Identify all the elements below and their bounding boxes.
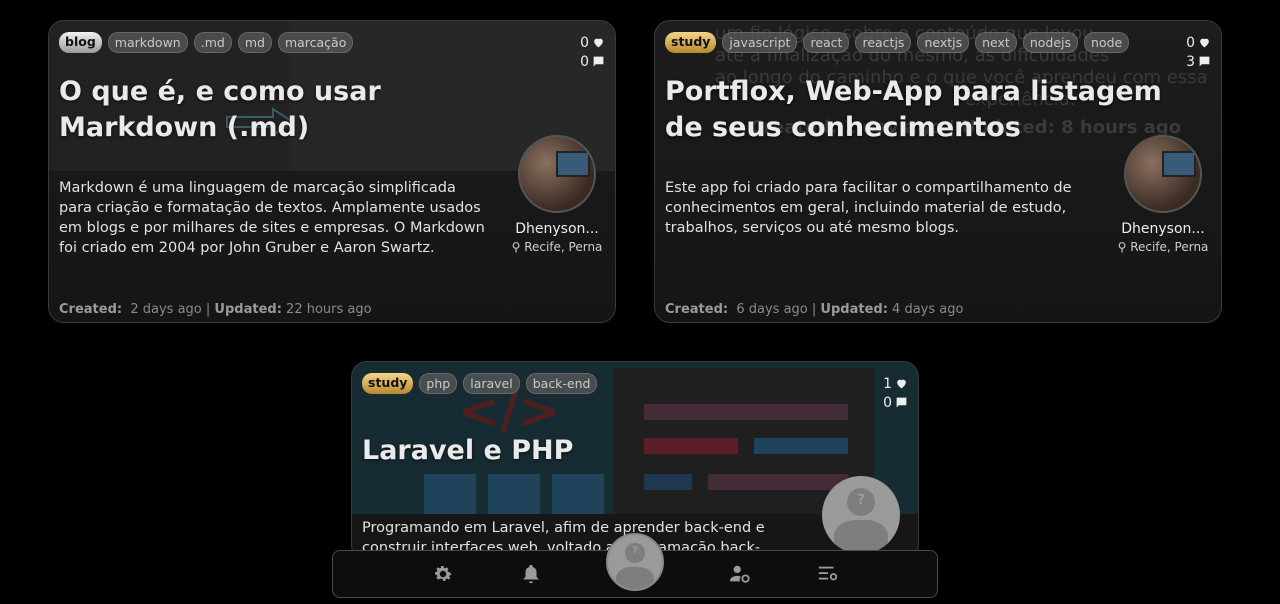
author-avatar[interactable]: [1124, 135, 1202, 213]
settings-list-icon[interactable]: [817, 563, 839, 585]
tag-main[interactable]: blog: [59, 32, 102, 53]
post-title[interactable]: Laravel e PHP: [362, 433, 762, 469]
author-name: Dhenyson...: [1121, 221, 1205, 237]
gear-icon[interactable]: [432, 563, 454, 585]
post-title[interactable]: Portflox, Web-App para listagem de seus …: [665, 74, 1165, 146]
post-card-laravel[interactable]: </> study php laravel back-end 1 0 Larav…: [351, 361, 919, 561]
post-stats: 0 3: [1186, 33, 1211, 71]
location-pin-icon: ⚲: [1117, 240, 1127, 254]
author-location: ⚲ Recife, Perna: [1117, 240, 1209, 254]
tag[interactable]: markdown: [107, 32, 188, 53]
post-stats: 0 0: [580, 33, 605, 71]
heart-icon: [897, 379, 906, 389]
tag[interactable]: .md: [193, 32, 232, 53]
likes-count[interactable]: 0: [1186, 33, 1211, 52]
tag[interactable]: javascript: [722, 32, 798, 53]
comment-icon: [1199, 56, 1210, 67]
tag[interactable]: next: [975, 32, 1017, 53]
tag-main[interactable]: study: [665, 32, 717, 53]
tag[interactable]: md: [237, 32, 272, 53]
tag[interactable]: nextjs: [917, 32, 970, 53]
tag[interactable]: back-end: [525, 373, 598, 394]
post-description: Este app foi criado para facilitar o com…: [665, 180, 1072, 236]
comment-icon: [593, 56, 604, 67]
post-card-markdown[interactable]: blog markdown .md md marcação 0 0 O que …: [48, 20, 616, 323]
author-info[interactable]: Dhenyson... ⚲ Recife, Perna: [507, 135, 607, 254]
post-title[interactable]: O que é, e como usar Markdown (.md): [59, 74, 529, 146]
tag[interactable]: nodejs: [1022, 32, 1079, 53]
tag[interactable]: node: [1084, 32, 1130, 53]
post-dates: Created: 2 days ago | Updated: 22 hours …: [59, 302, 372, 317]
heart-icon: [1200, 38, 1209, 48]
author-name: Dhenyson...: [515, 221, 599, 237]
tag[interactable]: react: [803, 32, 850, 53]
location-pin-icon: ⚲: [511, 240, 521, 254]
comments-count[interactable]: 0: [580, 52, 605, 71]
comments-count[interactable]: 3: [1186, 52, 1211, 71]
user-gear-icon[interactable]: [729, 563, 751, 585]
heart-icon: [594, 38, 603, 48]
tag[interactable]: reactjs: [855, 32, 912, 53]
bottom-navbar: ?: [332, 533, 938, 598]
profile-avatar-button[interactable]: ?: [606, 533, 664, 591]
author-avatar[interactable]: [518, 135, 596, 213]
tag[interactable]: marcação: [277, 32, 354, 53]
tag-main[interactable]: study: [362, 373, 414, 394]
comment-icon: [896, 397, 907, 408]
post-card-portflox[interactable]: um fio lógico, sobre o conteúdo que levo…: [654, 20, 1222, 323]
author-info[interactable]: Dhenyson... ⚲ Recife, Perna: [1113, 135, 1213, 254]
comments-count[interactable]: 0: [883, 393, 908, 412]
tag-list: study php laravel back-end: [362, 373, 598, 394]
likes-count[interactable]: 0: [580, 33, 605, 52]
author-avatar[interactable]: ?: [822, 476, 900, 554]
post-dates: Created: 6 days ago | Updated: 4 days ag…: [665, 302, 964, 317]
tag-list: study javascript react reactjs nextjs ne…: [665, 32, 1130, 53]
tag[interactable]: laravel: [463, 373, 520, 394]
tag[interactable]: php: [419, 373, 458, 394]
tag-list: blog markdown .md md marcação: [59, 32, 354, 53]
author-location: ⚲ Recife, Perna: [511, 240, 603, 254]
bell-icon[interactable]: [520, 563, 542, 585]
post-stats: 1 0: [883, 374, 908, 412]
post-description: Markdown é uma linguagem de marcação sim…: [59, 180, 485, 256]
likes-count[interactable]: 1: [883, 374, 908, 393]
